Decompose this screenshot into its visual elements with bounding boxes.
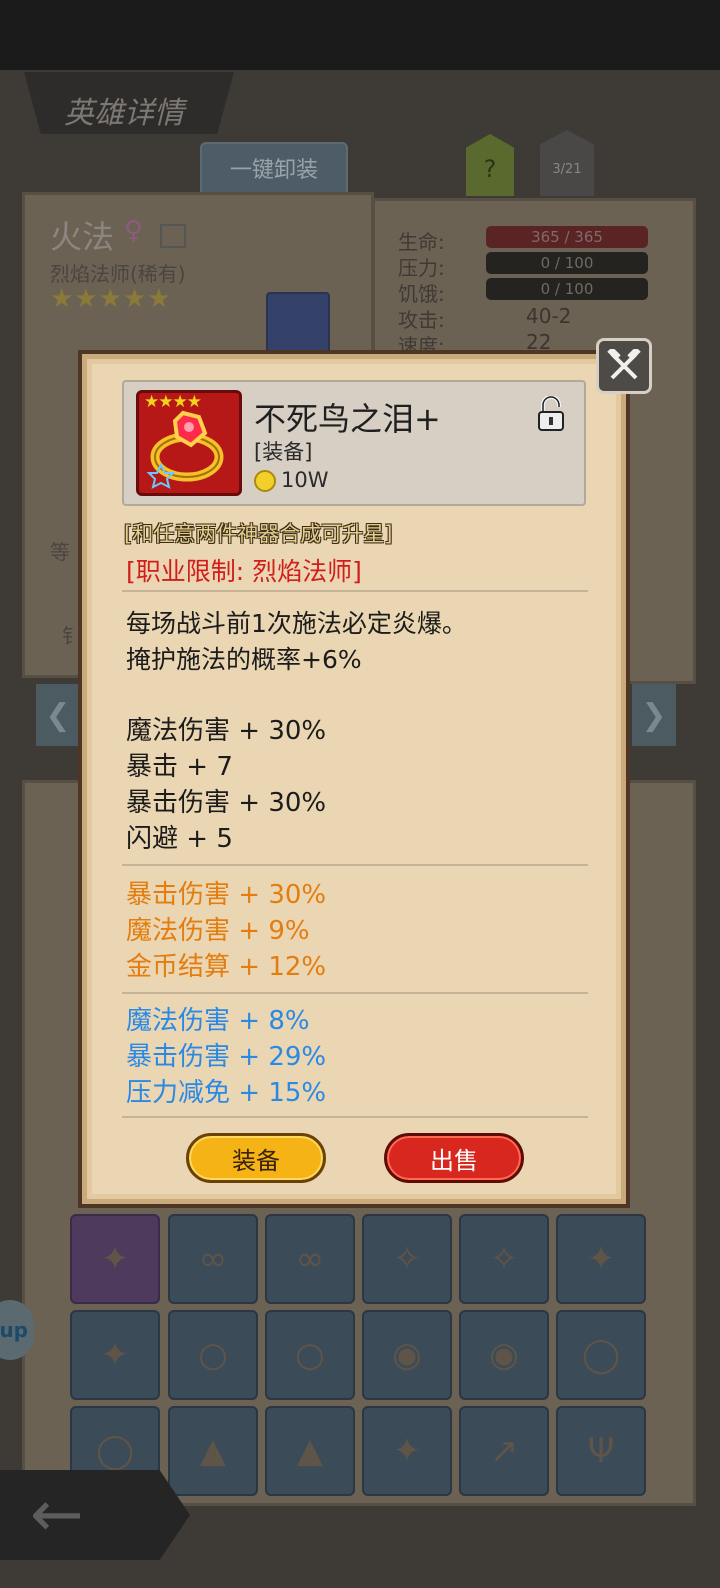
attack-value: 40-2	[526, 304, 572, 328]
class-restriction: [职业限制: 烈焰法师]	[126, 557, 362, 586]
upgrade-hint: [和任意两件神器合成可升星]	[124, 522, 393, 546]
divider	[122, 992, 588, 994]
item-description-line: 每场战斗前1次施法必定炎爆。	[126, 609, 467, 638]
crossed-hammers-icon[interactable]	[596, 338, 652, 394]
hero-name: 火法	[50, 218, 115, 256]
sell-button[interactable]: 出售	[384, 1133, 524, 1183]
base-stat: 闪避 + 5	[126, 824, 233, 854]
hero-stars: ★★★★★	[50, 284, 172, 314]
next-hero-button[interactable]: ❯	[632, 684, 676, 746]
pressure-bar: 0 / 100	[486, 252, 648, 274]
gold-coin-icon	[254, 470, 276, 492]
pressure-label: 压力:	[398, 256, 445, 280]
close-icon	[607, 349, 641, 380]
base-stat: 暴击伤害 + 30%	[126, 788, 327, 818]
hunger-bar: 0 / 100	[486, 278, 648, 300]
base-stat: 暴击 + 7	[126, 752, 233, 782]
blue-affix: 压力减免 + 15%	[126, 1078, 327, 1108]
item-description-line: 掩护施法的概率+6%	[126, 645, 362, 674]
claw-icon[interactable]: ✧	[362, 1214, 452, 1304]
hp-bar: 365 / 365	[486, 226, 648, 248]
wand-icon[interactable]: ✦	[556, 1214, 646, 1304]
hero-class: 烈焰法师(稀有)	[50, 262, 186, 286]
orange-affix: 魔法伤害 + 9%	[126, 916, 310, 946]
unlocked-padlock-icon[interactable]	[536, 395, 566, 436]
back-arrow-icon: ←	[30, 1478, 84, 1552]
blue-affix: 魔法伤害 + 8%	[126, 1006, 310, 1036]
wand-icon[interactable]: ✦	[70, 1310, 160, 1400]
hero-label-fragment: 等	[50, 540, 70, 564]
back-button[interactable]	[0, 1470, 190, 1560]
shield-icon[interactable]: ◯	[556, 1310, 646, 1400]
hunger-label: 饥饿:	[398, 282, 445, 306]
item-price: 10W	[281, 468, 329, 492]
status-bar	[0, 0, 720, 70]
orange-affix: 暴击伤害 + 30%	[126, 880, 327, 910]
item-stars: ★★★★	[144, 392, 202, 412]
ring-icon[interactable]: ○	[168, 1310, 258, 1400]
divider	[122, 1116, 588, 1118]
attack-label: 攻击:	[398, 308, 445, 332]
staff-icon[interactable]: ✦	[70, 1214, 160, 1304]
whip-icon[interactable]: ∞	[265, 1214, 355, 1304]
hero-equip-slot[interactable]	[266, 292, 330, 356]
bracer-icon[interactable]: ◉	[459, 1310, 549, 1400]
divider	[122, 864, 588, 866]
divider	[122, 590, 588, 592]
item-type: [装备]	[254, 440, 313, 464]
gender-icon: ♀	[124, 216, 144, 246]
hp-label: 生命:	[398, 230, 445, 254]
item-name: 不死鸟之泪+	[254, 400, 441, 438]
trident-icon[interactable]: Ψ	[556, 1406, 646, 1496]
orange-affix: 金币结算 + 12%	[126, 952, 327, 982]
ring-icon[interactable]: ○	[265, 1310, 355, 1400]
edit-name-icon[interactable]	[160, 224, 186, 248]
helmet-icon[interactable]: ▲	[265, 1406, 355, 1496]
claw-icon[interactable]: ✧	[459, 1214, 549, 1304]
whip-icon[interactable]: ∞	[168, 1214, 258, 1304]
blue-affix: 暴击伤害 + 29%	[126, 1042, 327, 1072]
helmet-icon[interactable]: ▲	[168, 1406, 258, 1496]
prev-hero-button[interactable]: ❮	[36, 684, 80, 746]
unequip-all-button[interactable]: 一键卸装	[200, 142, 348, 194]
equip-button[interactable]: 装备	[186, 1133, 326, 1183]
wand-icon[interactable]: ✦	[362, 1406, 452, 1496]
base-stat: 魔法伤害 + 30%	[126, 716, 327, 746]
bracer-icon[interactable]: ◉	[362, 1310, 452, 1400]
spear-icon[interactable]: ↗	[459, 1406, 549, 1496]
page-title: 英雄详情	[64, 96, 184, 131]
